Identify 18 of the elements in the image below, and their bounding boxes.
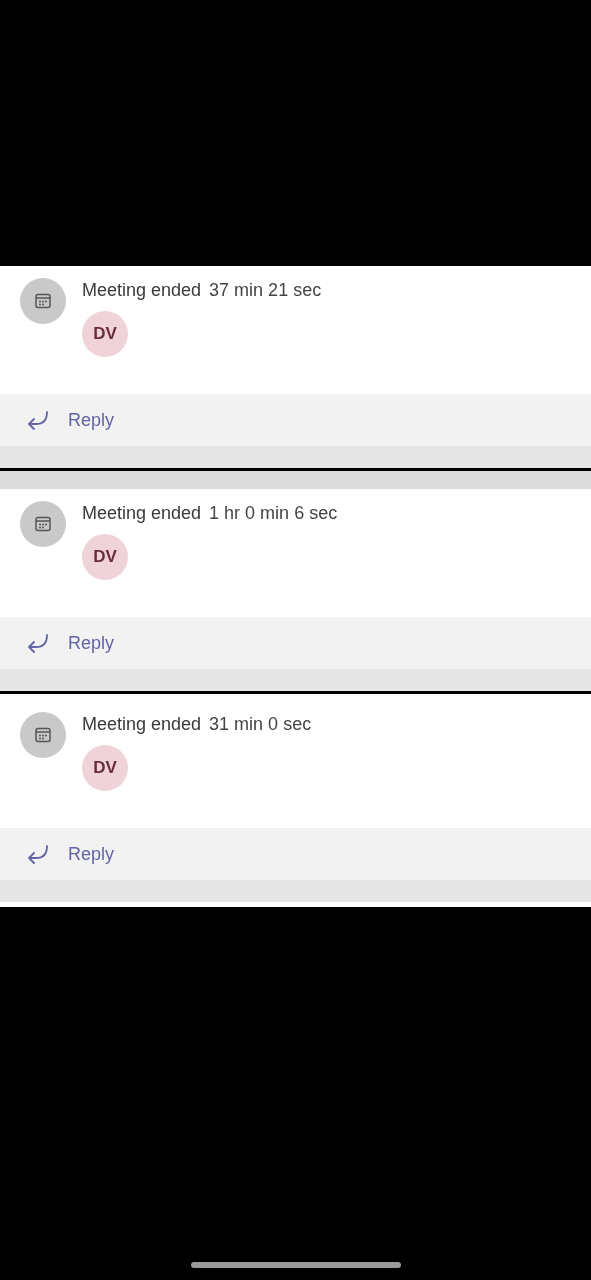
meeting-duration: 1 hr 0 min 6 sec <box>209 503 338 524</box>
calendar-icon <box>34 292 52 310</box>
message-title: Meeting ended <box>82 503 202 524</box>
meeting-duration: 37 min 21 sec <box>209 280 322 301</box>
reply-arrow-icon <box>26 410 50 430</box>
message-title: Meeting ended <box>82 714 202 735</box>
reply-button[interactable]: Reply <box>26 409 115 431</box>
meeting-duration: 31 min 0 sec <box>209 714 312 735</box>
reply-arrow-icon <box>26 633 50 653</box>
avatar: DV <box>82 311 128 357</box>
reply-arrow-icon <box>26 844 50 864</box>
avatar: DV <box>82 534 128 580</box>
calendar-icon <box>34 515 52 533</box>
reply-button[interactable]: Reply <box>26 632 115 654</box>
message-title: Meeting ended <box>82 280 202 301</box>
calendar-icon <box>34 726 52 744</box>
avatar: DV <box>82 745 128 791</box>
reply-button[interactable]: Reply <box>26 843 115 865</box>
